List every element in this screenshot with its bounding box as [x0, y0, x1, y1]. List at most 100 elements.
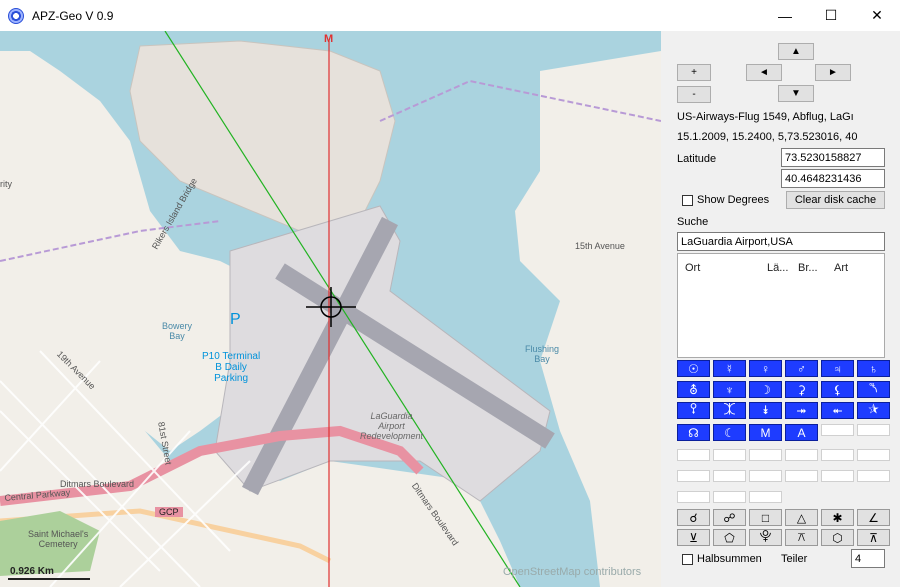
mercury-button[interactable]: ☿	[713, 360, 746, 377]
teiler-label: Teiler	[781, 553, 808, 565]
gcp-shield: GCP	[155, 507, 183, 517]
halbsummen-checkbox[interactable]	[682, 554, 693, 565]
vesta-button[interactable]: ⚳	[785, 381, 818, 398]
symbol-button-18[interactable]: ⯫	[857, 402, 890, 419]
bowery-bay-label: Bowery Bay	[162, 321, 193, 341]
pan-right-button[interactable]: ►	[815, 64, 851, 81]
planet-row-3: ⯱ ⯰ ⯯ ⯮ ⯬ ⯫	[677, 402, 890, 419]
mc-button[interactable]: M	[749, 424, 782, 441]
opposition-button[interactable]: ☍	[713, 509, 746, 526]
empty-row-3	[677, 491, 782, 503]
conjunction-button[interactable]: ☌	[677, 509, 710, 526]
empty-slot	[749, 491, 782, 503]
symbol-button-13[interactable]: ⯱	[677, 402, 710, 419]
show-degrees-label: Show Degrees	[697, 194, 770, 206]
aspect-row-2: ⊻ ⬠ ⯓ ⚻ ⬡ ⊼	[677, 529, 890, 546]
moon-button[interactable]: ☾	[713, 424, 746, 441]
clear-cache-button[interactable]: Clear disk cache	[786, 191, 885, 209]
saturn-button[interactable]: ♄	[857, 360, 890, 377]
empty-slot	[821, 449, 854, 461]
quintile-button[interactable]: ⬠	[713, 529, 746, 546]
search-label: Suche	[677, 216, 709, 228]
venus-button[interactable]: ♀	[749, 360, 782, 377]
fifteenth-ave-label: 15th Avenue	[575, 241, 625, 251]
minimize-button[interactable]: —	[762, 0, 808, 31]
empty-slot	[749, 470, 782, 482]
flushing-bay-label: Flushing Bay	[525, 344, 560, 364]
aspect-button-10[interactable]: ⚻	[785, 529, 818, 546]
empty-row-2	[677, 470, 890, 482]
symbol-button-14[interactable]: ⯰	[713, 402, 746, 419]
planet-row-4: ☊ ☾ M A	[677, 424, 890, 441]
symbol-button-17[interactable]: ⯬	[821, 402, 854, 419]
empty-slot	[857, 449, 890, 461]
mars-button[interactable]: ♂	[785, 360, 818, 377]
empty-slot	[857, 424, 890, 436]
chiron-button[interactable]: ⚸	[821, 381, 854, 398]
jupiter-button[interactable]: ♃	[821, 360, 854, 377]
map-view[interactable]: M Rikers Island Bridge Bowery Bay P P10 …	[0, 31, 661, 587]
trine-button[interactable]: △	[785, 509, 818, 526]
planet-row-2: ⛢ ♆ ☽ ⚳ ⚸ ⯲	[677, 381, 890, 398]
app-icon	[8, 7, 24, 24]
empty-slot	[821, 424, 854, 436]
search-input[interactable]: LaGuardia Airport,USA	[677, 232, 885, 251]
latitude-label: Latitude	[677, 153, 717, 165]
window-title: APZ-Geo V 0.9	[32, 8, 114, 23]
zoom-out-button[interactable]: -	[677, 86, 711, 103]
symbol-button-16[interactable]: ⯮	[785, 402, 818, 419]
title-bar: APZ-Geo V 0.9 — ☐ ✕	[0, 0, 900, 31]
empty-slot	[857, 470, 890, 482]
empty-row-1	[677, 449, 890, 461]
control-panel: + - ▲ ◄ ► ▼ US-Airways-Flug 1549, Abflug…	[661, 31, 900, 587]
empty-slot	[713, 491, 746, 503]
symbol-button-12[interactable]: ⯲	[857, 381, 890, 398]
halbsummen-label: Halbsummen	[697, 553, 762, 565]
aspect-button-7[interactable]: ⊻	[677, 529, 710, 546]
meridian-label: M	[324, 33, 334, 45]
pan-left-button[interactable]: ◄	[746, 64, 782, 81]
zoom-in-button[interactable]: +	[677, 64, 711, 81]
close-button[interactable]: ✕	[854, 0, 900, 31]
empty-slot	[821, 470, 854, 482]
teiler-field[interactable]: 4	[851, 549, 885, 568]
aspect-button-11[interactable]: ⬡	[821, 529, 854, 546]
empty-slot	[785, 449, 818, 461]
empty-slot	[749, 449, 782, 461]
semisquare-button[interactable]: ∠	[857, 509, 890, 526]
asc-button[interactable]: A	[785, 424, 818, 441]
sextile-button[interactable]: ✱	[821, 509, 854, 526]
map-attribution: OpenStreetMap contributors	[503, 566, 642, 578]
latitude-field[interactable]: 73.5230158827	[781, 148, 885, 167]
neptune-button[interactable]: ♆	[713, 381, 746, 398]
rity-label: rity	[0, 179, 12, 189]
square-button[interactable]: □	[749, 509, 782, 526]
empty-slot	[677, 449, 710, 461]
p10-parking-label: P10 Terminal B Daily Parking	[202, 351, 261, 384]
pan-up-button[interactable]: ▲	[778, 43, 814, 60]
col-header-laenge[interactable]: Lä...	[767, 262, 788, 274]
empty-slot	[785, 470, 818, 482]
empty-slot	[713, 449, 746, 461]
col-header-ort[interactable]: Ort	[685, 262, 700, 274]
sun-button[interactable]: ☉	[677, 360, 710, 377]
pan-down-button[interactable]: ▼	[778, 85, 814, 102]
empty-slot	[677, 470, 710, 482]
aspect-button-12[interactable]: ⊼	[857, 529, 890, 546]
node-button[interactable]: ☊	[677, 424, 710, 441]
symbol-button-15[interactable]: ⯯	[749, 402, 782, 419]
event-title: US-Airways-Flug 1549, Abflug, LaGı	[677, 111, 854, 123]
col-header-breite[interactable]: Br...	[798, 262, 818, 274]
aspect-button-9[interactable]: ⯓	[749, 529, 782, 546]
uranus-button[interactable]: ⛢	[677, 381, 710, 398]
laguardia-label: LaGuardia Airport Redevelopment	[360, 411, 424, 441]
map-canvas	[0, 31, 661, 587]
longitude-field[interactable]: 40.4648231436	[781, 169, 885, 188]
results-table[interactable]: Ort Lä... Br... Art	[677, 253, 885, 358]
maximize-button[interactable]: ☐	[808, 0, 854, 31]
show-degrees-checkbox[interactable]	[682, 195, 693, 206]
empty-slot	[677, 491, 710, 503]
moon-phase-button[interactable]: ☽	[749, 381, 782, 398]
scale-label: 0.926 Km	[10, 566, 54, 577]
col-header-art[interactable]: Art	[834, 262, 848, 274]
